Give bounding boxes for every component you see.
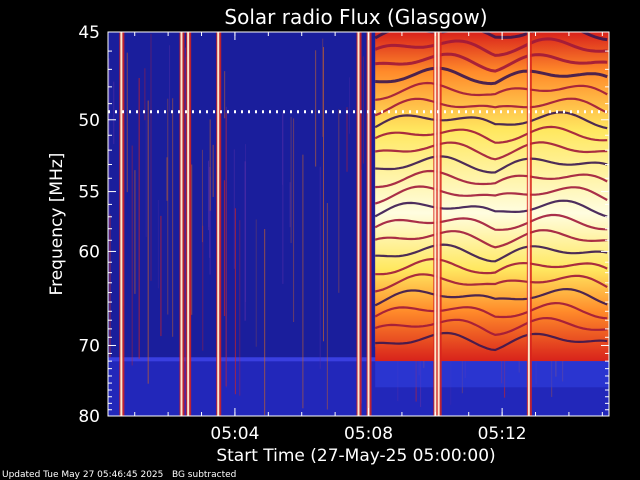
noise-streak <box>201 149 203 243</box>
burst-skirt <box>375 361 609 388</box>
noise-streak <box>131 145 133 366</box>
bright-streak <box>434 32 437 416</box>
bright-streak <box>527 32 530 416</box>
bright-streak <box>187 32 190 416</box>
bright-streak <box>367 32 370 416</box>
noise-streak <box>202 225 204 351</box>
noise-streak <box>315 50 317 167</box>
noise-streak <box>348 77 350 134</box>
noise-streak <box>289 182 291 228</box>
noise-streak <box>224 71 226 119</box>
spectrogram-chart: Solar radio Flux (Glasgow) 455055607080 … <box>47 5 610 466</box>
y-tick-label: 60 <box>78 242 100 262</box>
noise-streak <box>212 144 214 197</box>
noise-streak <box>109 214 111 358</box>
chart-title: Solar radio Flux (Glasgow) <box>224 5 487 29</box>
footer-status: Updated Tue May 27 05:46:45 2025 BG subt… <box>2 470 237 480</box>
noise-streak <box>346 107 348 172</box>
y-axis-label: Frequency [MHz] <box>47 153 67 296</box>
noise-streak <box>191 164 193 315</box>
x-tick-label: 05:08 <box>344 424 393 444</box>
noise-streak <box>167 98 169 315</box>
noise-streak <box>157 200 159 289</box>
noise-streak <box>169 45 171 112</box>
noise-streak <box>302 154 304 409</box>
y-tick-label: 55 <box>78 183 100 203</box>
x-tick-label: 05:12 <box>478 424 527 444</box>
y-tick-label: 70 <box>78 336 100 356</box>
noise-streak <box>126 52 128 193</box>
noise-streak <box>209 119 211 211</box>
noise-streak <box>138 78 140 359</box>
y-tick-label: 45 <box>78 23 100 43</box>
noise-streak <box>233 149 235 269</box>
noise-streak <box>108 58 110 225</box>
noise-streak <box>290 116 292 243</box>
noise-streak <box>134 170 136 294</box>
noise-streak <box>255 219 257 347</box>
noise-streak <box>234 208 236 395</box>
noise-streak <box>362 56 364 164</box>
noise-streak <box>322 38 324 137</box>
noise-streak <box>160 215 162 337</box>
noise-streak <box>225 112 227 387</box>
bright-streak <box>180 32 183 416</box>
x-axis-label: Start Time (27-May-25 05:00:00) <box>216 446 495 466</box>
noise-streak <box>172 98 174 337</box>
noise-streak <box>293 118 295 323</box>
bright-streak <box>437 32 440 416</box>
plot-area <box>108 32 609 416</box>
noise-streak <box>264 229 266 416</box>
noise-streak <box>113 81 115 145</box>
y-tick-label: 80 <box>78 407 100 427</box>
noise-streak <box>244 161 246 321</box>
bright-streak <box>357 32 360 416</box>
bright-streak <box>120 32 123 416</box>
noise-streak <box>145 114 147 237</box>
bright-streak <box>217 32 220 416</box>
noise-streak <box>239 220 241 396</box>
noise-streak <box>147 100 149 384</box>
noise-streak <box>150 33 152 281</box>
noise-streak <box>326 202 328 410</box>
noise-streak <box>208 159 210 228</box>
x-tick-label: 05:04 <box>210 424 259 444</box>
noise-streak <box>338 109 340 293</box>
burst-region <box>375 32 609 362</box>
noise-streak <box>319 166 321 369</box>
noise-streak <box>282 111 284 185</box>
y-tick-label: 50 <box>78 111 100 131</box>
noise-streak <box>223 180 225 317</box>
